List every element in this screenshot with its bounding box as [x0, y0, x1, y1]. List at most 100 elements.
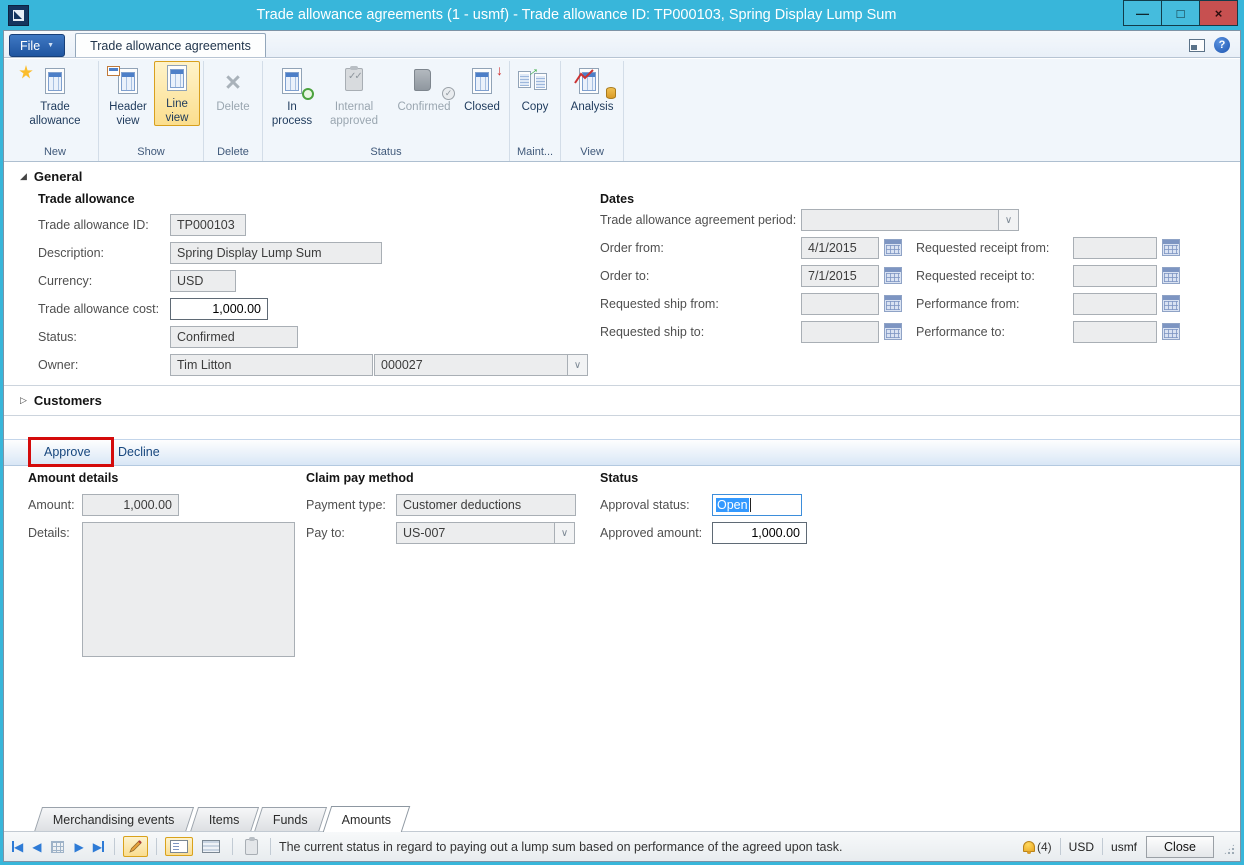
label-payment-type: Payment type: — [306, 498, 386, 512]
nav-next-icon: ▶ — [93, 840, 102, 854]
maximize-icon: □ — [1177, 6, 1185, 21]
ribbon-group-view: Analysis View — [561, 61, 624, 161]
ribbon-button-analysis[interactable]: Analysis — [564, 61, 620, 118]
previous-record-button[interactable]: ◀ — [30, 840, 43, 854]
file-menu-button[interactable]: File ▼ — [9, 34, 65, 57]
approve-annotation-box — [28, 437, 114, 467]
tab-merchandising-events[interactable]: Merchandising events — [34, 807, 194, 832]
selected-text: Open — [716, 498, 749, 512]
ribbon-group-label-status: Status — [266, 145, 506, 161]
calendar-icon[interactable] — [1162, 239, 1180, 256]
ribbon-button-trade-allowance[interactable]: Trade allowance — [15, 61, 95, 131]
notifications-button[interactable]: (4) — [1023, 840, 1052, 854]
ribbon-group-label-maintain: Maint... — [513, 145, 557, 161]
label-order-to: Order to: — [600, 269, 649, 283]
chevron-down-icon: ∨ — [1005, 215, 1012, 226]
workspace-layout-icon[interactable] — [1189, 39, 1205, 52]
ribbon-button-header-view[interactable]: Header view — [102, 61, 154, 131]
analysis-chart-icon — [566, 65, 618, 101]
field-requested-receipt-to — [1073, 265, 1157, 287]
label-requested-receipt-to: Requested receipt to: — [916, 269, 1035, 283]
copy-icon: → — [515, 65, 555, 101]
chevron-down-icon: ∨ — [561, 528, 568, 539]
label-pay-to: Pay to: — [306, 526, 345, 540]
field-order-from: 4/1/2015 — [801, 237, 879, 259]
resize-grip[interactable] — [1223, 843, 1236, 856]
edit-record-button[interactable] — [123, 836, 148, 857]
tab-funds[interactable]: Funds — [254, 807, 327, 832]
ribbon-button-in-process[interactable]: In process — [266, 61, 318, 131]
label-order-from: Order from: — [600, 241, 664, 255]
field-owner-code: 000027 — [374, 354, 568, 376]
section-header-customers[interactable]: ▷ Customers — [20, 393, 102, 408]
field-trade-allowance-cost[interactable]: 1,000.00 — [170, 298, 268, 320]
window-title: Trade allowance agreements (1 - usmf) - … — [29, 7, 1124, 23]
details-view-icon — [170, 840, 188, 853]
calendar-icon[interactable] — [884, 239, 902, 256]
notification-count: (4) — [1037, 840, 1052, 854]
status-message: The current status in regard to paying o… — [279, 840, 843, 854]
field-performance-to — [1073, 321, 1157, 343]
ribbon-button-internal-approved: ✓✓ Internal approved — [318, 61, 390, 131]
label-requested-ship-to: Requested ship to: — [600, 325, 704, 339]
titlebar[interactable]: Trade allowance agreements (1 - usmf) - … — [0, 0, 1244, 30]
field-requested-receipt-from — [1073, 237, 1157, 259]
record-grid-icon[interactable] — [51, 841, 64, 853]
section-divider — [4, 385, 1240, 386]
ribbon-tab-trade-allowance-agreements[interactable]: Trade allowance agreements — [75, 33, 266, 57]
field-approved-amount[interactable]: 1,000.00 — [712, 522, 807, 544]
app-window: Trade allowance agreements (1 - usmf) - … — [0, 0, 1244, 865]
ribbon-button-closed[interactable]: ↓ Closed — [458, 61, 506, 118]
field-details — [82, 522, 295, 657]
tab-items[interactable]: Items — [190, 807, 259, 832]
file-chevron-icon: ▼ — [47, 42, 54, 49]
new-trade-allowance-icon — [17, 65, 93, 101]
minimize-button[interactable]: — — [1123, 0, 1162, 26]
statusbar: ◀ ◀ ▶ ▶ The current status in regard to … — [4, 832, 1240, 861]
nav-next-icon: ▶ — [74, 840, 83, 854]
group-header-status: Status — [600, 471, 638, 485]
details-view-button[interactable] — [165, 837, 193, 856]
calendar-icon[interactable] — [1162, 267, 1180, 284]
grid-view-icon — [202, 840, 220, 853]
help-icon[interactable]: ? — [1214, 37, 1230, 53]
attachment-icon — [245, 839, 258, 855]
last-record-button[interactable]: ▶ — [91, 840, 106, 854]
owner-dropdown-button[interactable]: ∨ — [567, 354, 588, 376]
calendar-icon[interactable] — [884, 267, 902, 284]
field-currency: USD — [170, 270, 236, 292]
maximize-button[interactable]: □ — [1161, 0, 1200, 26]
calendar-icon[interactable] — [884, 323, 902, 340]
calendar-icon[interactable] — [1162, 295, 1180, 312]
nav-prev-icon: ◀ — [32, 840, 41, 854]
document-attachments-button[interactable] — [241, 836, 262, 858]
ribbon-group-label-delete: Delete — [207, 145, 259, 161]
menu-tab-row: File ▼ Trade allowance agreements ? — [4, 31, 1240, 58]
ribbon-group-new: Trade allowance New — [12, 61, 99, 161]
first-record-button[interactable]: ◀ — [10, 840, 25, 854]
field-description: Spring Display Lump Sum — [170, 242, 382, 264]
tab-amounts[interactable]: Amounts — [323, 806, 411, 832]
ribbon-group-maintain: → Copy Maint... — [510, 61, 561, 161]
next-record-button[interactable]: ▶ — [72, 840, 85, 854]
field-approval-status[interactable]: Open — [712, 494, 802, 516]
grid-view-button[interactable] — [198, 837, 224, 856]
calendar-icon[interactable] — [1162, 323, 1180, 340]
period-dropdown-button[interactable]: ∨ — [998, 209, 1019, 231]
confirmed-icon: ✓ — [392, 65, 456, 101]
field-amount: 1,000.00 — [82, 494, 179, 516]
section-header-general[interactable]: ◢ General — [20, 169, 82, 184]
field-payment-type: Customer deductions — [396, 494, 576, 516]
ribbon-button-copy[interactable]: → Copy — [513, 61, 557, 118]
decline-button[interactable]: Decline — [118, 445, 160, 459]
calendar-icon[interactable] — [884, 295, 902, 312]
nav-prev-icon: ◀ — [14, 840, 23, 854]
ribbon-group-label-show: Show — [102, 145, 200, 161]
close-form-button[interactable]: Close — [1146, 836, 1214, 858]
ribbon-button-line-view[interactable]: Line view — [154, 61, 200, 126]
ribbon-group-label-new: New — [15, 145, 95, 161]
closed-icon: ↓ — [460, 65, 504, 101]
label-approval-status: Approval status: — [600, 498, 690, 512]
close-window-button[interactable]: × — [1199, 0, 1238, 26]
pay-to-dropdown-button[interactable]: ∨ — [554, 522, 575, 544]
